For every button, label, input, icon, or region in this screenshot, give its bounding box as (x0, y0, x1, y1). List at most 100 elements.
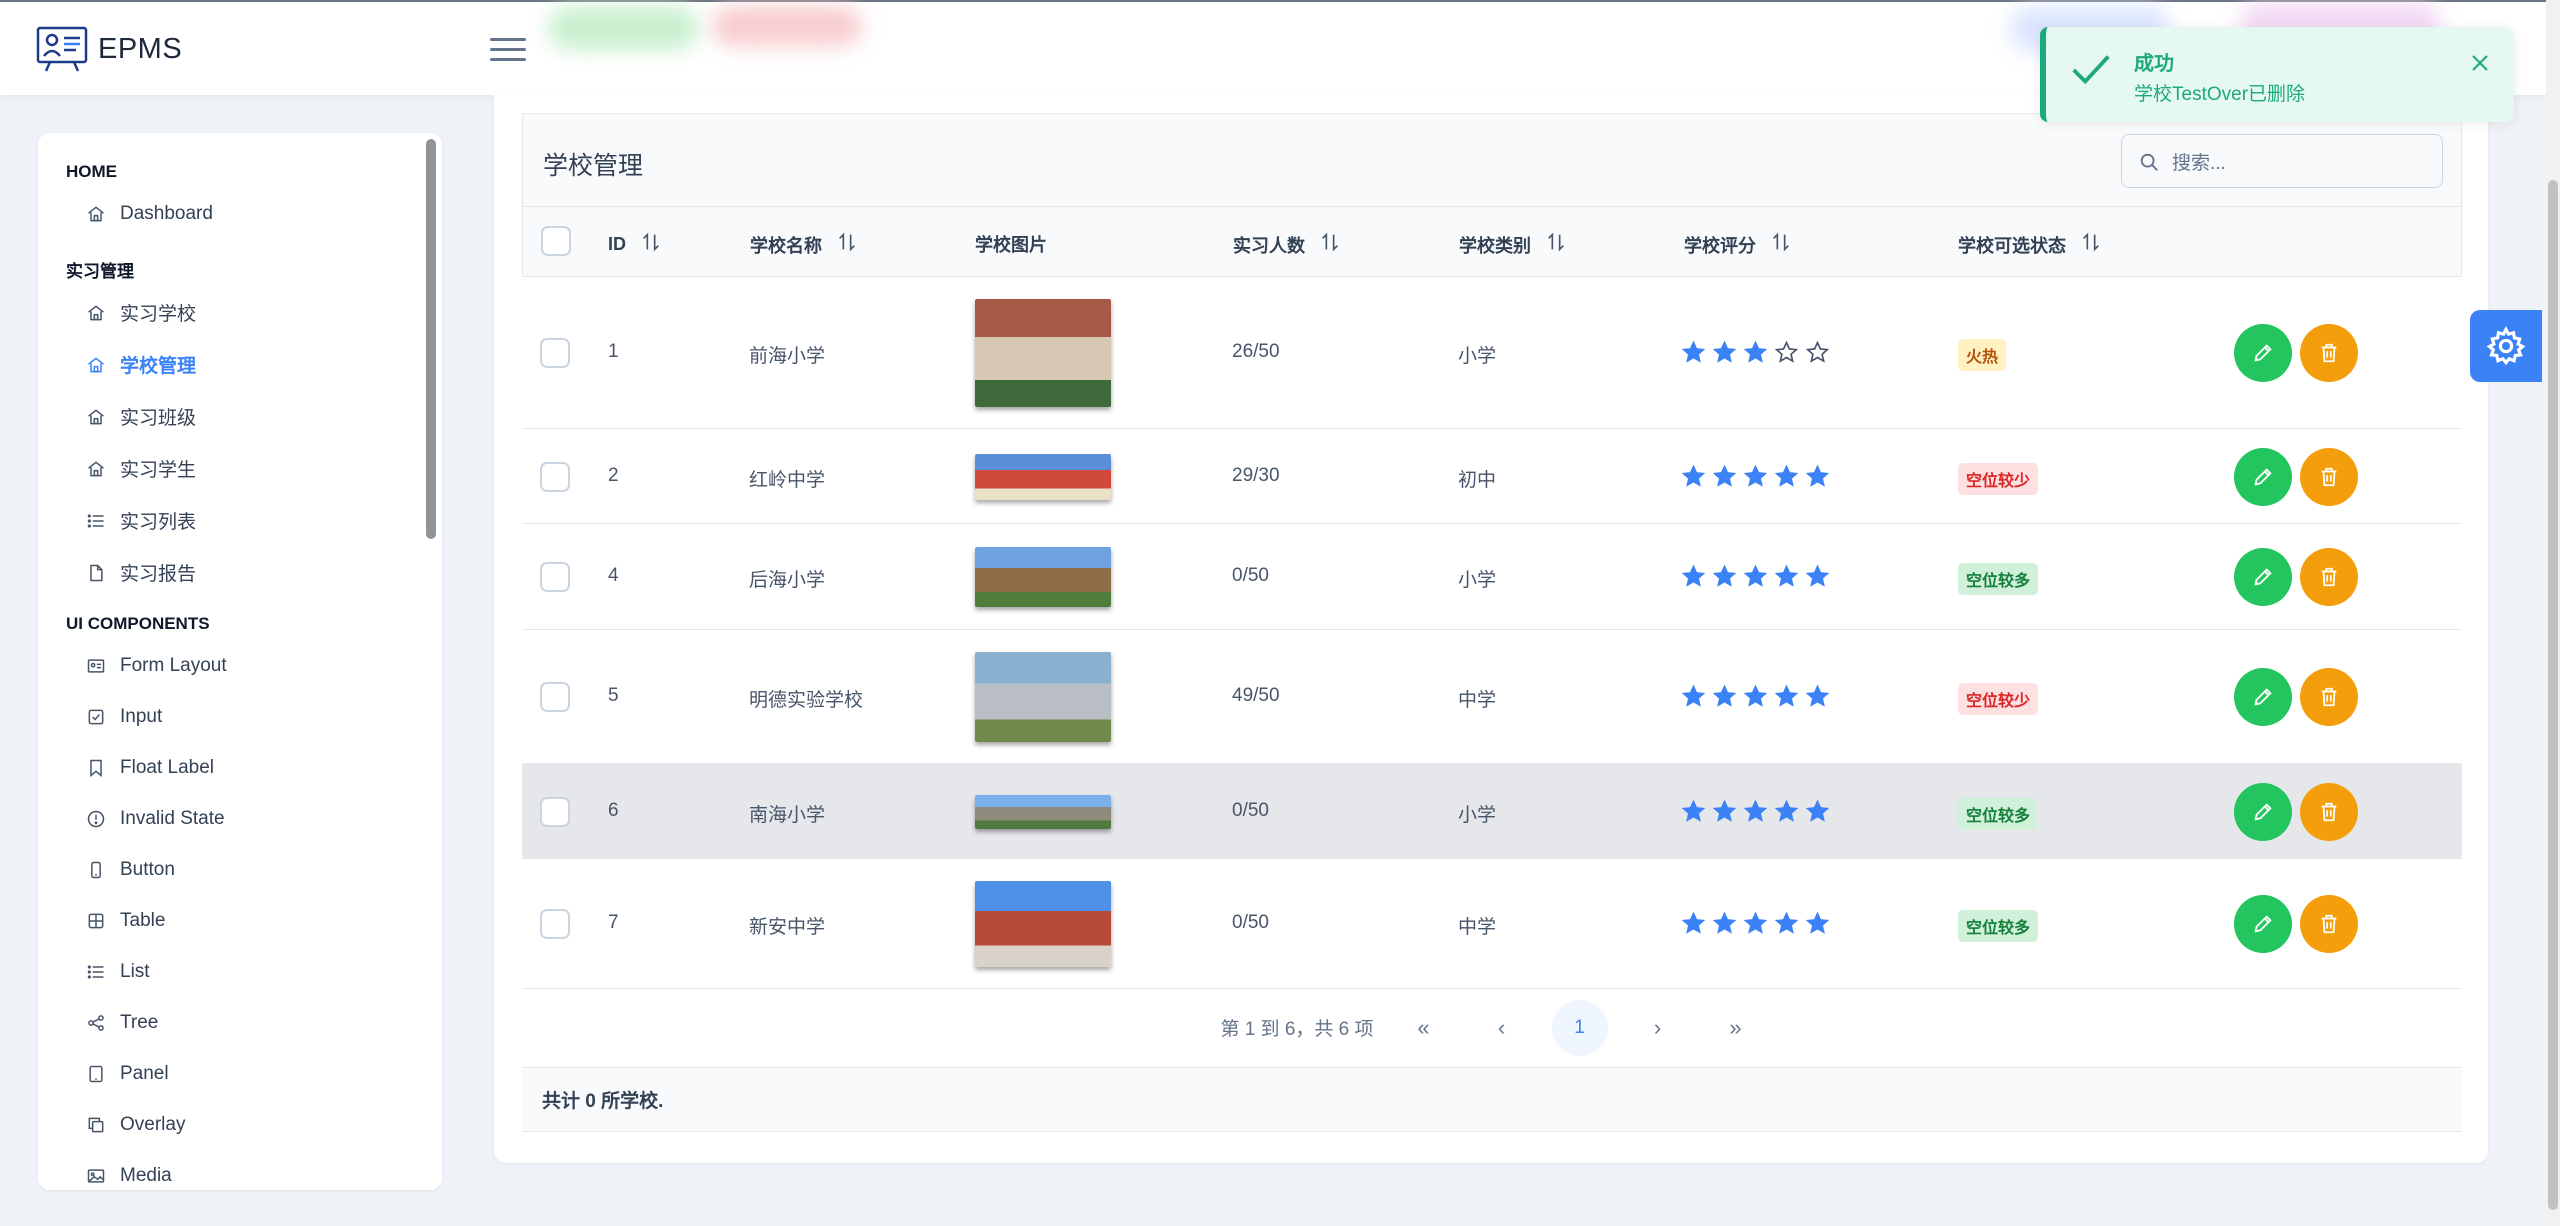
rating-stars[interactable] (1681, 340, 1830, 365)
sidebar-item-tree[interactable]: Tree (86, 1012, 158, 1034)
star-filled-icon[interactable] (1681, 684, 1706, 709)
sidebar-item-classes[interactable]: 实习班级 (86, 403, 196, 430)
sidebar-item-schools[interactable]: 实习学校 (86, 299, 196, 326)
sidebar-item-students[interactable]: 实习学生 (86, 455, 196, 482)
sort-icon[interactable] (1319, 231, 1341, 253)
edit-button[interactable] (2234, 447, 2292, 506)
sidebar-item-internship-list[interactable]: 实习列表 (86, 507, 196, 534)
star-filled-icon[interactable] (1681, 564, 1706, 589)
next-page-button[interactable]: › (1630, 1000, 1686, 1056)
sidebar-item-school-management[interactable]: 学校管理 (86, 351, 196, 378)
column-header-name[interactable]: 学校名称 (750, 231, 858, 258)
star-filled-icon[interactable] (1805, 799, 1830, 824)
row-checkbox[interactable] (540, 562, 570, 592)
star-filled-icon[interactable] (1712, 564, 1737, 589)
star-filled-icon[interactable] (1712, 464, 1737, 489)
star-filled-icon[interactable] (1805, 564, 1830, 589)
star-filled-icon[interactable] (1743, 799, 1768, 824)
star-filled-icon[interactable] (1774, 464, 1799, 489)
sidebar-item-panel[interactable]: Panel (86, 1063, 169, 1085)
star-empty-icon[interactable] (1805, 340, 1830, 365)
row-checkbox[interactable] (540, 461, 570, 492)
sidebar-item-reports[interactable]: 实习报告 (86, 559, 196, 586)
close-icon[interactable] (2468, 51, 2492, 75)
star-filled-icon[interactable] (1743, 340, 1768, 365)
sidebar-item-media[interactable]: Media (86, 1165, 172, 1187)
sidebar-item-float-label[interactable]: Float Label (86, 757, 214, 779)
table-row[interactable]: 7 新安中学 0/50 中学 空位较多 (522, 859, 2462, 989)
star-filled-icon[interactable] (1743, 564, 1768, 589)
first-page-button[interactable]: « (1396, 1000, 1452, 1056)
app-logo[interactable]: EPMS (36, 24, 182, 74)
table-row[interactable]: 1 前海小学 26/50 小学 火热 (522, 277, 2462, 429)
star-filled-icon[interactable] (1712, 684, 1737, 709)
sidebar-item-button[interactable]: Button (86, 859, 175, 881)
star-filled-icon[interactable] (1712, 340, 1737, 365)
star-filled-icon[interactable] (1774, 564, 1799, 589)
row-checkbox[interactable] (540, 796, 570, 827)
sort-icon[interactable] (640, 231, 662, 253)
rating-stars[interactable] (1681, 799, 1830, 824)
sidebar-item-form-layout[interactable]: Form Layout (86, 655, 227, 677)
sidebar-item-input[interactable]: Input (86, 706, 162, 728)
delete-button[interactable] (2300, 447, 2358, 506)
star-filled-icon[interactable] (1712, 911, 1737, 936)
column-header-rating[interactable]: 学校评分 (1684, 231, 1792, 258)
star-filled-icon[interactable] (1681, 799, 1706, 824)
delete-button[interactable] (2300, 782, 2358, 841)
star-filled-icon[interactable] (1805, 464, 1830, 489)
delete-button[interactable] (2300, 548, 2358, 606)
sidebar-item-table[interactable]: Table (86, 910, 165, 932)
column-header-type[interactable]: 学校类别 (1459, 231, 1567, 258)
column-header-count[interactable]: 实习人数 (1233, 231, 1341, 258)
page-scrollbar[interactable] (2546, 0, 2560, 1226)
table-row[interactable]: 6 南海小学 0/50 小学 空位较多 (522, 764, 2462, 859)
star-filled-icon[interactable] (1805, 911, 1830, 936)
sidebar-item-invalid-state[interactable]: Invalid State (86, 808, 225, 830)
column-header-status[interactable]: 学校可选状态 (1958, 231, 2102, 258)
page-number-button[interactable]: 1 (1551, 999, 1608, 1056)
delete-button[interactable] (2300, 895, 2358, 953)
edit-button[interactable] (2234, 895, 2292, 953)
star-filled-icon[interactable] (1774, 911, 1799, 936)
star-filled-icon[interactable] (1681, 911, 1706, 936)
star-filled-icon[interactable] (1774, 799, 1799, 824)
star-filled-icon[interactable] (1743, 911, 1768, 936)
select-all-checkbox[interactable] (541, 226, 571, 256)
star-filled-icon[interactable] (1743, 684, 1768, 709)
scrollbar-thumb[interactable] (2548, 180, 2558, 1210)
star-filled-icon[interactable] (1712, 799, 1737, 824)
rating-stars[interactable] (1681, 564, 1830, 589)
row-checkbox[interactable] (540, 909, 570, 939)
star-filled-icon[interactable] (1805, 684, 1830, 709)
star-filled-icon[interactable] (1743, 464, 1768, 489)
sort-icon[interactable] (1770, 231, 1792, 253)
table-row[interactable]: 5 明德实验学校 49/50 中学 空位较少 (522, 630, 2462, 764)
search-input[interactable]: 搜索... (2121, 134, 2443, 188)
rating-stars[interactable] (1681, 911, 1830, 936)
sort-icon[interactable] (1545, 231, 1567, 253)
star-empty-icon[interactable] (1774, 340, 1799, 365)
menu-toggle-button[interactable] (490, 32, 526, 66)
sidebar-scrollbar[interactable] (426, 139, 436, 539)
last-page-button[interactable]: » (1708, 1000, 1764, 1056)
edit-button[interactable] (2234, 324, 2292, 382)
sidebar-item-dashboard[interactable]: Dashboard (86, 203, 213, 225)
sidebar-item-list[interactable]: List (86, 961, 150, 983)
sort-icon[interactable] (2080, 231, 2102, 253)
table-row[interactable]: 4 后海小学 0/50 小学 空位较多 (522, 524, 2462, 630)
edit-button[interactable] (2234, 668, 2292, 726)
star-filled-icon[interactable] (1681, 464, 1706, 489)
layout-config-button[interactable] (2470, 310, 2542, 382)
row-checkbox[interactable] (540, 338, 570, 368)
prev-page-button[interactable]: ‹ (1474, 1000, 1530, 1056)
delete-button[interactable] (2300, 324, 2358, 382)
sort-icon[interactable] (836, 231, 858, 253)
rating-stars[interactable] (1681, 684, 1830, 709)
rating-stars[interactable] (1681, 464, 1830, 489)
edit-button[interactable] (2234, 548, 2292, 606)
column-header-id[interactable]: ID (608, 231, 662, 258)
delete-button[interactable] (2300, 668, 2358, 726)
star-filled-icon[interactable] (1774, 684, 1799, 709)
star-filled-icon[interactable] (1681, 340, 1706, 365)
